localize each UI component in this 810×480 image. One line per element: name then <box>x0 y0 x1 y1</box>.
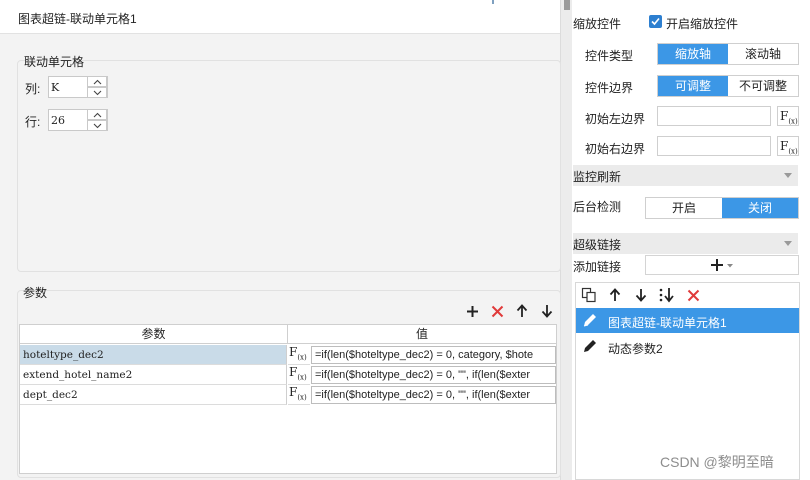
move-link-down-button[interactable] <box>632 286 650 304</box>
background-check-off[interactable]: 关闭 <box>722 198 798 218</box>
hyperlink-section[interactable]: 超级链接 <box>573 233 798 254</box>
arrow-down-icon <box>541 305 553 318</box>
enable-zoom-label[interactable]: 开启缩放控件 <box>666 15 738 32</box>
control-type-zoom-axis[interactable]: 缩放轴 <box>658 44 728 64</box>
background-check-on[interactable]: 开启 <box>646 198 722 218</box>
row-value: 26 <box>51 114 65 127</box>
move-parameter-up-button[interactable] <box>513 302 531 320</box>
enable-zoom-checkbox[interactable] <box>649 15 662 28</box>
delete-icon <box>687 289 699 301</box>
init-right-input[interactable] <box>657 136 771 156</box>
control-boundary-fixed[interactable]: 不可调整 <box>728 76 798 96</box>
link-item-dynamic-param[interactable]: 动态参数2 <box>576 334 799 359</box>
move-parameter-down-button[interactable] <box>538 302 556 320</box>
fx-icon: F(x) <box>289 365 307 382</box>
background-check-label: 后台检测 <box>573 200 622 214</box>
arrow-up-icon <box>516 304 528 317</box>
column-stepper[interactable] <box>87 76 107 98</box>
control-type-scroll-axis[interactable]: 滚动轴 <box>728 44 798 64</box>
control-type-toggle[interactable]: 缩放轴 滚动轴 <box>657 43 799 65</box>
move-link-bottom-button[interactable] <box>658 286 676 304</box>
plus-icon <box>466 305 478 317</box>
control-type-label: 控件类型 <box>585 49 634 63</box>
link-item-label: 图表超链-联动单元格1 <box>608 316 727 330</box>
parameter-value[interactable]: =if(len($hoteltype_dec2) = 0, "", if(len… <box>311 366 556 384</box>
table-row[interactable]: extend_hotel_name2 F(x) =if(len($hotelty… <box>20 365 556 385</box>
background-check-toggle[interactable]: 开启 关闭 <box>645 197 799 219</box>
add-link-button[interactable] <box>645 255 799 275</box>
parameter-value[interactable]: =if(len($hoteltype_dec2) = 0, "", if(len… <box>311 386 556 404</box>
formula-button[interactable]: F(x) <box>288 385 310 405</box>
link-item-label: 动态参数2 <box>608 342 663 356</box>
fx-icon: F(x) <box>289 345 307 362</box>
row-stepper[interactable] <box>87 109 107 131</box>
move-link-up-button[interactable] <box>606 286 624 304</box>
table-row[interactable]: hoteltype_dec2 F(x) =if(len($hoteltype_d… <box>20 345 556 365</box>
pencil-icon <box>584 340 596 352</box>
formula-button[interactable]: F(x) <box>288 345 310 365</box>
copy-icon <box>581 287 596 303</box>
column-increment-button[interactable] <box>87 76 107 87</box>
init-right-formula-button[interactable]: F(x) <box>777 136 799 156</box>
parameter-name[interactable]: dept_dec2 <box>20 385 287 405</box>
scrollbar[interactable] <box>560 0 572 480</box>
column-header-parameter[interactable]: 参数 <box>20 325 288 344</box>
row-label: 行: <box>25 115 41 129</box>
row-increment-button[interactable] <box>87 109 107 120</box>
monitor-refresh-section[interactable]: 监控刷新 <box>573 165 798 186</box>
hyperlink-label: 超级链接 <box>573 238 622 252</box>
init-left-formula-button[interactable]: F(x) <box>777 106 799 126</box>
control-boundary-label: 控件边界 <box>585 81 634 95</box>
chevron-down-icon <box>784 241 792 246</box>
parameter-name[interactable]: extend_hotel_name2 <box>20 365 287 385</box>
move-icon <box>659 288 674 303</box>
control-boundary-adjustable[interactable]: 可调整 <box>658 76 728 96</box>
arrow-down-icon <box>635 289 647 302</box>
delete-icon <box>491 305 503 317</box>
chevron-up-icon <box>93 112 101 117</box>
monitor-refresh-label: 监控刷新 <box>573 170 622 184</box>
scrollbar-thumb[interactable] <box>564 0 570 10</box>
chevron-down-icon <box>784 173 792 178</box>
hyperlink-list: 图表超链-联动单元格1 动态参数2 <box>575 282 800 480</box>
column-value: K <box>51 81 60 94</box>
column-decrement-button[interactable] <box>87 87 107 98</box>
fx-icon: F(x) <box>289 385 307 402</box>
column-header-value[interactable]: 值 <box>288 325 556 344</box>
linked-cell-title: 联动单元格 <box>24 55 85 69</box>
dialog-titlebar: 图表超链-联动单元格1 <box>0 0 572 34</box>
init-right-label: 初始右边界 <box>585 142 646 156</box>
parameters-table: 参数 值 hoteltype_dec2 F(x) =if(len($hotelt… <box>19 324 557 474</box>
table-row[interactable]: dept_dec2 F(x) =if(len($hoteltype_dec2) … <box>20 385 556 405</box>
delete-parameter-button[interactable] <box>488 302 506 320</box>
delete-link-button[interactable] <box>684 286 702 304</box>
parameter-value[interactable]: =if(len($hoteltype_dec2) = 0, category, … <box>311 346 556 364</box>
control-boundary-toggle[interactable]: 可调整 不可调整 <box>657 75 799 97</box>
chevron-down-icon <box>93 90 101 95</box>
divider <box>492 0 494 4</box>
hyperlink-dialog: 图表超链-联动单元格1 联动单元格 列: K 行: 26 参数 参数 值 hot… <box>0 0 572 480</box>
pencil-icon <box>583 314 596 327</box>
fx-icon: F(x) <box>780 139 798 156</box>
link-item-linked-cell[interactable]: 图表超链-联动单元格1 <box>576 308 799 333</box>
row-decrement-button[interactable] <box>87 120 107 131</box>
copy-link-button[interactable] <box>580 286 598 304</box>
zoom-control-label: 缩放控件 <box>573 17 622 31</box>
checkmark-icon <box>651 17 660 26</box>
init-left-input[interactable] <box>657 106 771 126</box>
watermark: CSDN @黎明至暗 <box>660 454 774 470</box>
formula-button[interactable]: F(x) <box>288 365 310 385</box>
fx-icon: F(x) <box>780 109 798 126</box>
parameters-title: 参数 <box>23 286 48 300</box>
add-link-label: 添加链接 <box>573 260 622 274</box>
parameter-name[interactable]: hoteltype_dec2 <box>20 345 287 365</box>
column-label: 列: <box>25 82 41 96</box>
add-parameter-button[interactable] <box>463 302 481 320</box>
chevron-down-icon <box>93 123 101 128</box>
chevron-up-icon <box>93 79 101 84</box>
arrow-up-icon <box>609 288 621 301</box>
plus-dropdown-icon <box>711 259 733 271</box>
dialog-title: 图表超链-联动单元格1 <box>18 12 137 26</box>
init-left-label: 初始左边界 <box>585 112 646 126</box>
